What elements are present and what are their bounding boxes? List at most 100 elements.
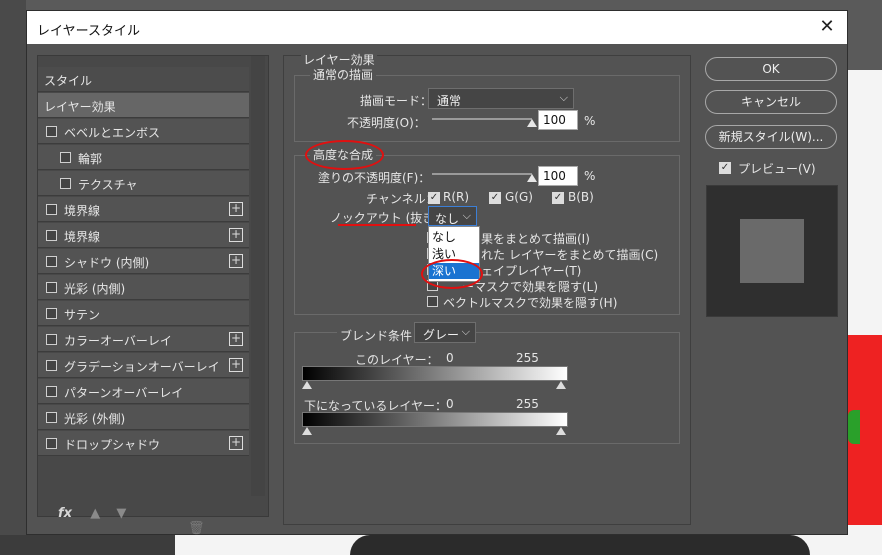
channel-g-checkbox[interactable]: ✓ [489, 192, 501, 204]
background-bottom [0, 535, 175, 555]
style-enable-checkbox[interactable] [46, 438, 57, 449]
style-list-item-label: 境界線 [64, 204, 101, 218]
fill-opacity-percent: % [584, 169, 596, 183]
style-enable-checkbox[interactable] [60, 178, 71, 189]
style-list-item-label: ベベルとエンボス [64, 126, 161, 140]
ok-button[interactable]: OK [705, 57, 837, 81]
style-list-item[interactable]: スタイル [38, 67, 249, 92]
style-enable-checkbox[interactable] [46, 308, 57, 319]
blend-mode-select[interactable]: 通常 ⌵ [428, 88, 574, 109]
style-list-item[interactable]: 光彩 (内側) [38, 275, 249, 300]
move-down-icon[interactable]: ▼ [116, 506, 126, 521]
annotation-circle-advanced [305, 140, 384, 170]
normal-blend-legend: 通常の描画 [310, 66, 377, 83]
style-list-item-label: サテン [64, 308, 101, 322]
style-list-item-label: 光彩 (内側) [64, 282, 126, 296]
blend-if-select[interactable]: グレー ⌵ [414, 322, 476, 343]
style-enable-checkbox[interactable] [46, 386, 57, 397]
style-list-item-label: スタイル [44, 74, 93, 88]
this-layer-black-slider[interactable] [302, 381, 312, 389]
style-list-item[interactable]: 境界線 + [38, 197, 249, 222]
channels-label: チャンネル： [366, 192, 438, 206]
preview-checkbox[interactable]: ✓ [719, 162, 731, 174]
underlying-layer-black-slider[interactable] [302, 427, 312, 435]
style-preview-swatch [740, 219, 804, 283]
option4-label: ーマスクで効果を隠す(L) [462, 280, 599, 294]
channel-b-checkbox[interactable]: ✓ [552, 192, 564, 204]
channel-r-checkbox[interactable]: ✓ [428, 192, 440, 204]
style-list-item[interactable]: カラーオーバーレイ + [38, 327, 249, 352]
style-enable-checkbox[interactable] [60, 152, 71, 163]
add-effect-icon[interactable]: + [229, 202, 243, 216]
trash-icon[interactable]: 🗑 [188, 521, 205, 536]
style-list-item-label: テクスチャ [78, 178, 138, 192]
style-list-item[interactable]: 輪郭 [38, 145, 249, 170]
knockout-option-none[interactable]: なし [429, 229, 479, 245]
underlying-layer-max: 255 [516, 397, 539, 411]
style-enable-checkbox[interactable] [46, 256, 57, 267]
this-layer-white-slider[interactable] [556, 381, 566, 389]
style-list-item-label: カラーオーバーレイ [64, 334, 172, 348]
knockout-value: なし [435, 212, 460, 226]
knockout-select[interactable]: なし ⌵ [428, 206, 477, 226]
annotation-underline-knockout [338, 224, 416, 226]
new-style-button[interactable]: 新規スタイル(W)... [705, 125, 837, 149]
add-effect-icon[interactable]: + [229, 254, 243, 268]
fill-opacity-label: 塗りの不透明度(F)： [318, 171, 431, 185]
style-enable-checkbox[interactable] [46, 204, 57, 215]
background-left [0, 0, 26, 555]
style-enable-checkbox[interactable] [46, 412, 57, 423]
style-list-item[interactable]: 光彩 (外側) [38, 405, 249, 430]
style-list-item-label: ドロップシャドウ [64, 438, 161, 452]
style-list-item-label: 境界線 [64, 230, 101, 244]
cancel-button[interactable]: キャンセル [705, 90, 837, 114]
dialog-title: レイヤースタイル [37, 24, 140, 39]
style-list-item[interactable]: ベベルとエンボス [38, 119, 249, 144]
style-enable-checkbox[interactable] [46, 282, 57, 293]
channel-g-label: G(G) [505, 190, 533, 204]
canvas-dark-shape [350, 535, 810, 555]
close-icon[interactable]: ✕ [817, 16, 837, 37]
add-effect-icon[interactable]: + [229, 436, 243, 450]
option2-label: れた レイヤーをまとめて描画(C) [481, 248, 659, 262]
blend-mode-value: 通常 [437, 94, 462, 108]
style-list-item-label: 光彩 (外側) [64, 412, 126, 426]
style-enable-checkbox[interactable] [46, 230, 57, 241]
style-list-item[interactable]: レイヤー効果 [38, 93, 249, 118]
opacity-label: 不透明度(O)： [347, 116, 426, 130]
option5-label: ベクトルマスクで効果を隠す(H) [443, 296, 618, 310]
this-layer-gradient [302, 366, 568, 381]
add-effect-icon[interactable]: + [229, 332, 243, 346]
style-list-item[interactable]: グラデーションオーバーレイ + [38, 353, 249, 378]
underlying-layer-white-slider[interactable] [556, 427, 566, 435]
fill-opacity-slider[interactable] [432, 173, 532, 175]
fill-opacity-slider-thumb[interactable] [527, 174, 537, 182]
style-enable-checkbox[interactable] [46, 360, 57, 371]
move-up-icon[interactable]: ▲ [90, 506, 100, 521]
annotation-circle-deep [421, 259, 483, 289]
style-list-item[interactable]: ドロップシャドウ + [38, 431, 249, 456]
style-list-item-label: パターンオーバーレイ [64, 386, 184, 400]
style-list-scrollbar[interactable] [251, 56, 265, 496]
panel-bottom-toolbar: fx ▲ ▼ 🗑 [58, 506, 268, 536]
fill-opacity-input[interactable]: 100 [538, 166, 578, 186]
canvas-green-shape [848, 410, 860, 444]
style-enable-checkbox[interactable] [46, 334, 57, 345]
title-bar: レイヤースタイル ✕ [27, 11, 847, 44]
style-list-item[interactable]: テクスチャ [38, 171, 249, 196]
opacity-input[interactable]: 100 [538, 110, 578, 130]
style-list-item[interactable]: サテン [38, 301, 249, 326]
style-list-item-label: シャドウ (内側) [64, 256, 150, 270]
style-list-item[interactable]: パターンオーバーレイ [38, 379, 249, 404]
add-effect-icon[interactable]: + [229, 358, 243, 372]
style-enable-checkbox[interactable] [46, 126, 57, 137]
opacity-slider[interactable] [432, 118, 532, 120]
style-list-item[interactable]: 境界線 + [38, 223, 249, 248]
fx-icon[interactable]: fx [58, 506, 72, 521]
option5-checkbox[interactable] [427, 296, 438, 307]
style-list-item[interactable]: シャドウ (内側) + [38, 249, 249, 274]
add-effect-icon[interactable]: + [229, 228, 243, 242]
style-list-item-label: レイヤー効果 [44, 100, 116, 114]
opacity-slider-thumb[interactable] [527, 119, 537, 127]
style-preview [706, 185, 838, 317]
